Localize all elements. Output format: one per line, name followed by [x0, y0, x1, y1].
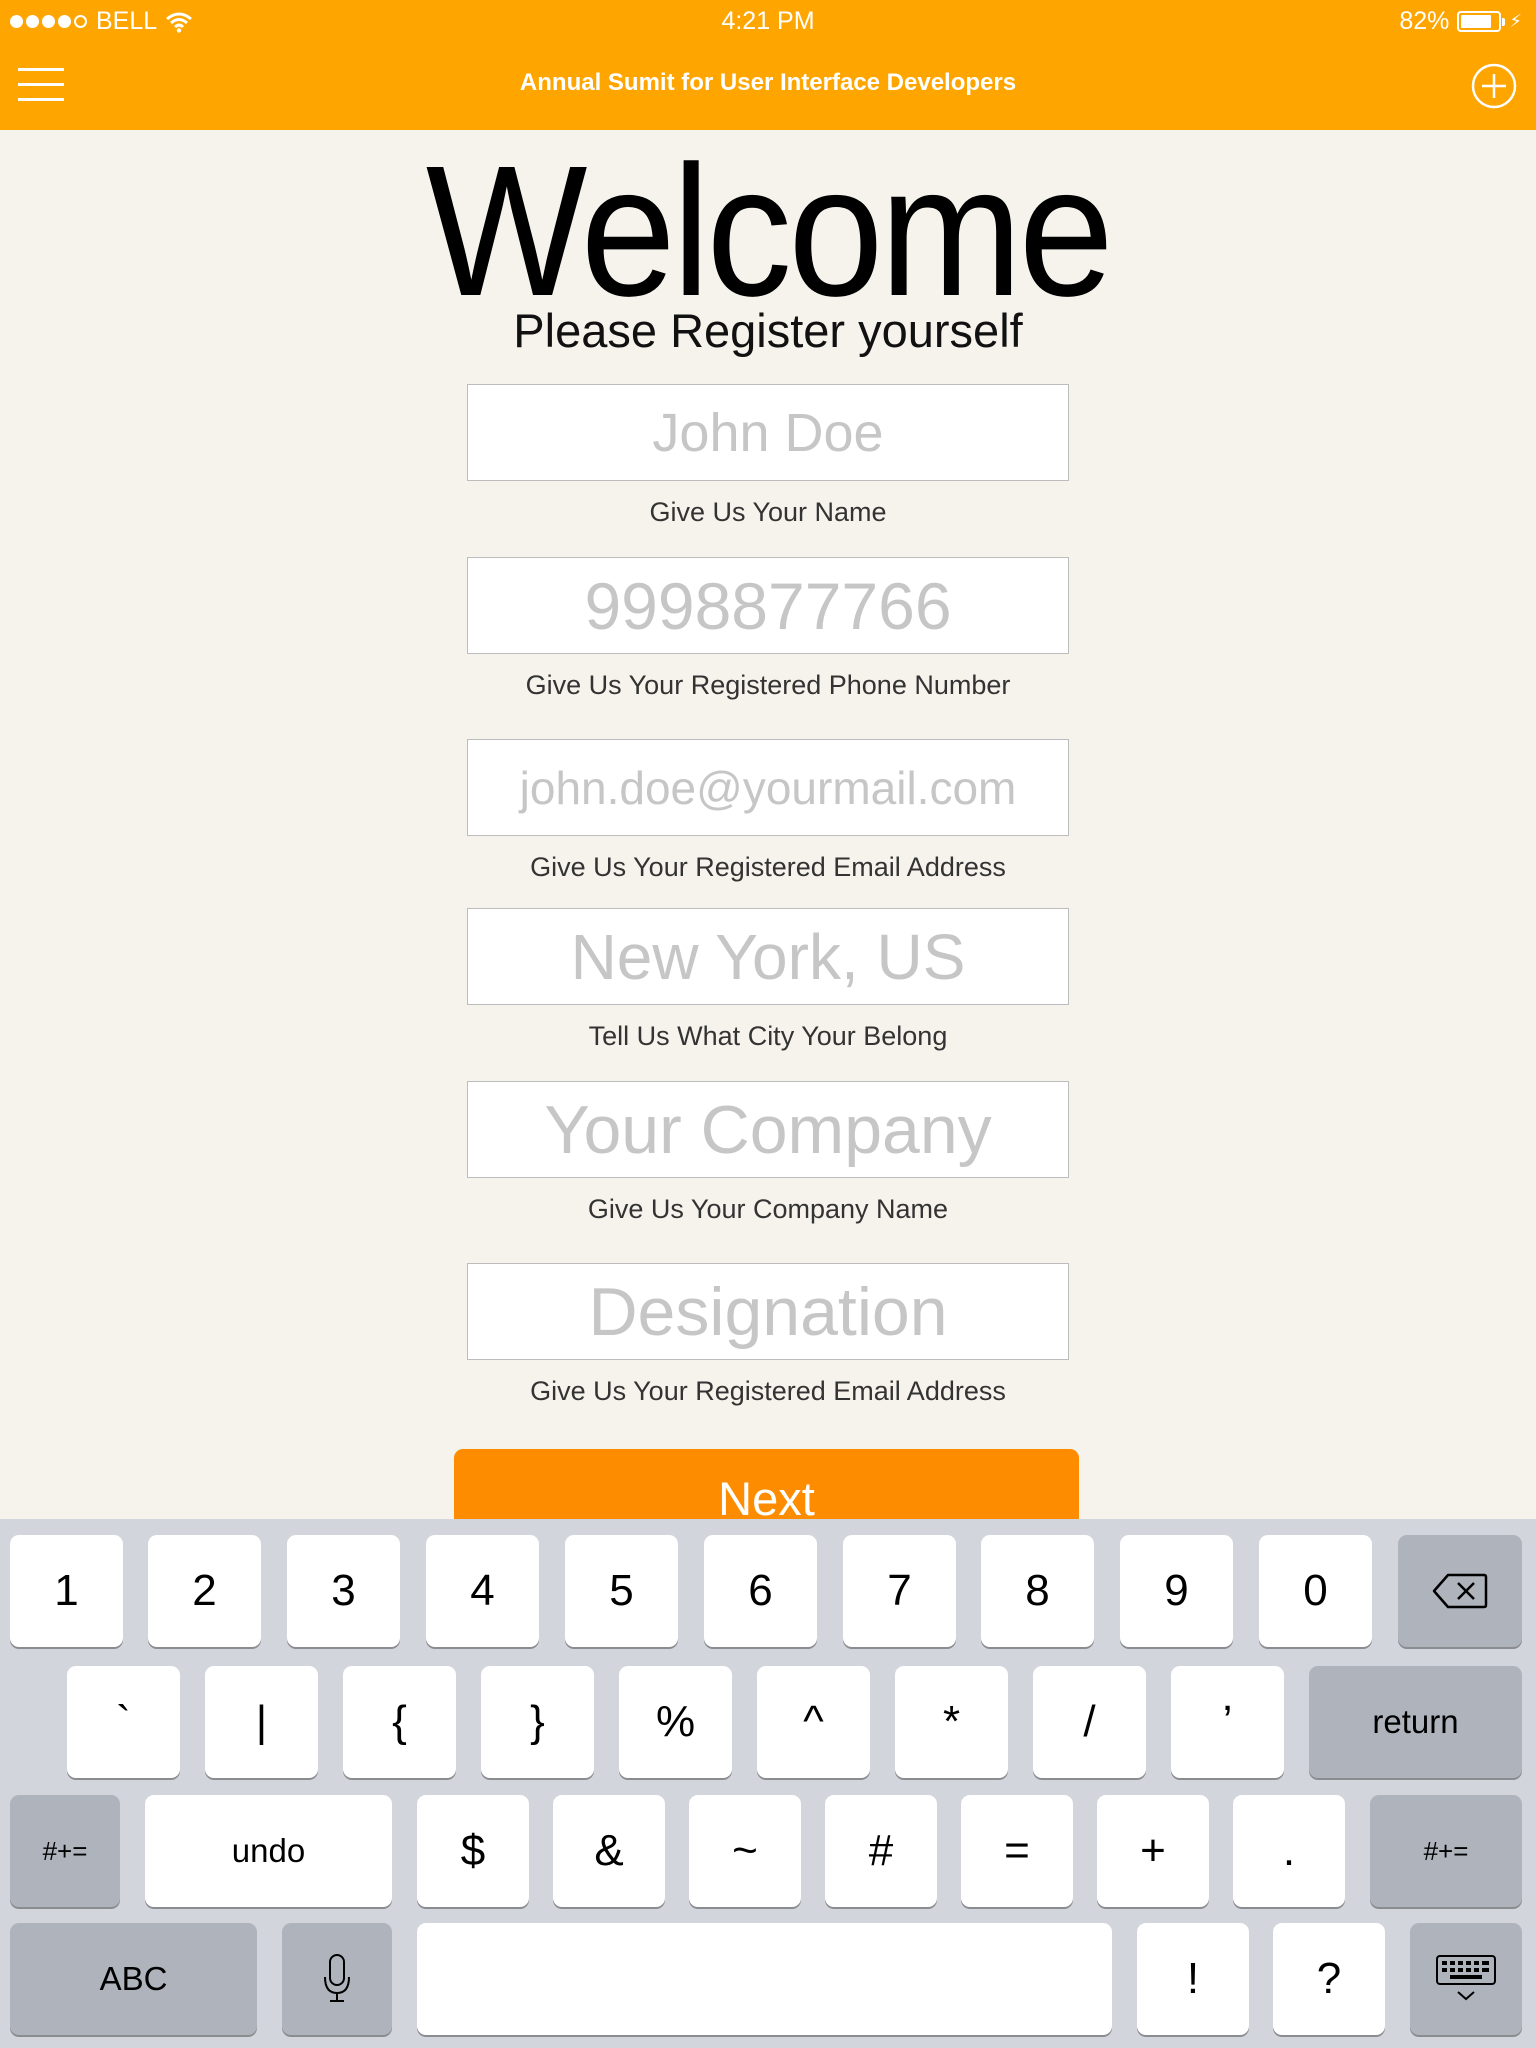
email-input[interactable]	[467, 739, 1069, 836]
key-6[interactable]: 6	[704, 1535, 817, 1647]
key-8[interactable]: 8	[981, 1535, 1094, 1647]
key-equals[interactable]: =	[961, 1795, 1073, 1907]
dismiss-keyboard-key[interactable]	[1410, 1923, 1522, 2035]
designation-input[interactable]	[467, 1263, 1069, 1360]
key-apostrophe[interactable]: ’	[1171, 1666, 1284, 1778]
battery-icon	[1457, 11, 1506, 32]
symbols-toggle-key-right[interactable]: #+=	[1370, 1795, 1522, 1907]
key-slash[interactable]: /	[1033, 1666, 1146, 1778]
backspace-key[interactable]	[1398, 1535, 1522, 1647]
key-9[interactable]: 9	[1120, 1535, 1233, 1647]
key-period[interactable]: .	[1233, 1795, 1345, 1907]
microphone-icon	[324, 1954, 350, 2002]
dictation-key[interactable]	[282, 1923, 392, 2035]
key-0[interactable]: 0	[1259, 1535, 1372, 1647]
key-1[interactable]: 1	[10, 1535, 123, 1647]
key-3[interactable]: 3	[287, 1535, 400, 1647]
abc-key[interactable]: ABC	[10, 1923, 257, 2035]
designation-hint: Give Us Your Registered Email Address	[530, 1376, 1006, 1406]
charging-bolt-icon: ⚡	[1509, 11, 1522, 31]
keyboard-dismiss-icon	[1436, 1955, 1496, 2001]
key-question[interactable]: ?	[1273, 1923, 1385, 2035]
key-ampersand[interactable]: &	[553, 1795, 665, 1907]
key-2[interactable]: 2	[148, 1535, 261, 1647]
city-hint: Tell Us What City Your Belong	[588, 1021, 948, 1051]
undo-key[interactable]: undo	[145, 1795, 392, 1907]
key-hash[interactable]: #	[825, 1795, 937, 1907]
status-time: 4:21 PM	[721, 7, 815, 35]
key-4[interactable]: 4	[426, 1535, 539, 1647]
plus-circle-icon[interactable]	[1470, 62, 1518, 110]
key-plus[interactable]: +	[1097, 1795, 1209, 1907]
backspace-icon	[1432, 1573, 1488, 1609]
key-exclamation[interactable]: !	[1137, 1923, 1249, 2035]
phone-input[interactable]	[467, 557, 1069, 654]
space-bar[interactable]	[417, 1923, 1112, 2035]
navigation-bar: Annual Sumit for User Interface Develope…	[0, 42, 1536, 130]
return-key[interactable]: return	[1309, 1666, 1522, 1778]
key-right-brace[interactable]: }	[481, 1666, 594, 1778]
key-left-brace[interactable]: {	[343, 1666, 456, 1778]
status-bar: BELL 4:21 PM 82% ⚡	[0, 0, 1536, 42]
key-7[interactable]: 7	[843, 1535, 956, 1647]
key-dollar[interactable]: $	[417, 1795, 529, 1907]
key-percent[interactable]: %	[619, 1666, 732, 1778]
company-hint: Give Us Your Company Name	[587, 1194, 949, 1224]
register-subtitle: Please Register yourself	[513, 304, 1023, 357]
email-hint: Give Us Your Registered Email Address	[530, 852, 1006, 882]
next-button[interactable]: Next	[454, 1449, 1079, 1519]
name-hint: Give Us Your Name	[649, 497, 887, 527]
battery-fill	[1461, 15, 1491, 28]
key-5[interactable]: 5	[565, 1535, 678, 1647]
status-right: 82% ⚡	[1399, 7, 1522, 36]
city-input[interactable]	[467, 908, 1069, 1005]
company-input[interactable]	[467, 1081, 1069, 1178]
symbols-toggle-key-left[interactable]: #+=	[10, 1795, 120, 1907]
key-pipe[interactable]: |	[205, 1666, 318, 1778]
battery-percentage: 82%	[1399, 7, 1450, 35]
name-input[interactable]	[467, 384, 1069, 481]
key-backtick[interactable]: `	[67, 1666, 180, 1778]
key-caret[interactable]: ^	[757, 1666, 870, 1778]
on-screen-keyboard: 1 2 3 4 5 6 7 8 9 0 ` | { } % ^ * / ’ re…	[0, 1519, 1536, 2048]
nav-title: Annual Sumit for User Interface Develope…	[519, 69, 1017, 96]
key-asterisk[interactable]: *	[895, 1666, 1008, 1778]
phone-hint: Give Us Your Registered Phone Number	[525, 670, 1011, 700]
key-tilde[interactable]: ~	[689, 1795, 801, 1907]
